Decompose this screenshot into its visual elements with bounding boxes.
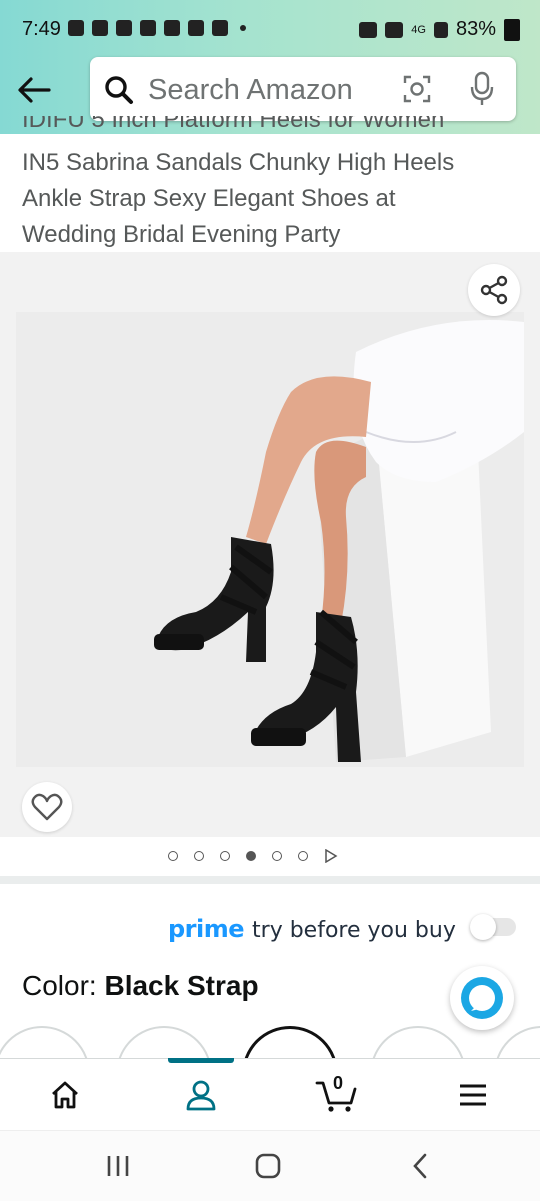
system-status: 4G 83% [359,18,520,41]
product-title-line: IN5 Sabrina Sandals Chunky High Heels [22,149,455,176]
product-image-gallery[interactable] [0,252,540,837]
home-icon [52,1081,78,1109]
status-bar: 7:49 4G 83% [0,0,540,58]
carousel-indicator [168,849,338,863]
share-button[interactable] [468,264,520,316]
message-icon [68,20,84,36]
share-icon [480,275,508,305]
status-time: 7:49 [22,18,61,40]
color-swatch[interactable] [370,1026,466,1058]
app-icon [116,20,132,36]
home-square-icon [255,1153,281,1179]
back-button[interactable] [14,70,54,110]
microphone-icon[interactable] [470,71,494,107]
chevron-left-icon [413,1153,427,1179]
alexa-icon [461,977,503,1019]
carousel-dot-active[interactable] [246,851,256,861]
menu-icon [460,1084,486,1106]
recent-apps-button[interactable] [88,1149,148,1183]
video-play-icon[interactable] [324,849,338,863]
search-input[interactable] [146,71,400,109]
shoe-photo-illustration [16,312,524,767]
system-navigation-bar [0,1130,540,1201]
heart-icon [31,793,63,821]
prime-try-before-you-buy: prime try before you buy [168,915,456,943]
carousel-dot[interactable] [194,851,204,861]
news-icon [188,20,204,36]
signal-icon [433,21,448,38]
color-swatch[interactable] [116,1026,212,1058]
product-title: IN5 Sabrina Sandals Chunky High Heels An… [22,145,522,253]
account-icon [186,1080,216,1111]
color-selection: Color: Black Strap [22,970,259,1002]
section-divider [0,876,540,884]
color-label: Color: [22,970,97,1001]
news-icon [212,20,228,36]
battery-icon [504,18,520,41]
bottom-navigation: 0 [0,1058,540,1131]
search-icon [105,76,133,104]
prime-logo: prime [168,915,245,943]
nav-account[interactable] [156,1058,246,1131]
product-title-partial: IDIFU 5 Inch Platform Heels for Women [22,116,445,133]
product-title-line: Ankle Strap Sexy Elegant Shoes at [22,185,396,212]
prime-tbyb-toggle[interactable] [470,914,516,940]
camera-lens-icon[interactable] [402,74,432,104]
color-swatch[interactable] [0,1026,90,1058]
carousel-dot[interactable] [272,851,282,861]
cart-count: 0 [332,1073,343,1093]
color-value: Black Strap [104,970,259,1001]
more-notifications-icon [240,25,246,31]
app-icon [164,20,180,36]
wifi-icon [385,21,404,38]
nav-cart[interactable]: 0 [292,1059,382,1131]
wishlist-button[interactable] [22,782,72,832]
color-swatch-list [0,1024,540,1058]
network-type: 4G [411,23,426,36]
prime-tbyb-text: try before you buy [252,918,456,943]
carousel-dot[interactable] [220,851,230,861]
alarm-icon [359,21,378,38]
battery-percent: 83% [455,18,496,40]
check-icon [140,20,156,36]
product-image[interactable] [16,312,524,767]
recent-apps-icon [107,1156,129,1176]
nav-menu[interactable] [428,1059,518,1131]
arrow-left-icon [18,77,51,103]
system-back-button[interactable] [390,1149,450,1183]
nav-home[interactable] [20,1059,110,1131]
color-swatch[interactable] [494,1026,540,1058]
alexa-button[interactable] [450,966,514,1030]
app-header: 7:49 4G 83% [0,0,540,134]
timer-icon [92,20,108,36]
color-swatch-selected[interactable] [242,1026,338,1058]
carousel-dot[interactable] [168,851,178,861]
notification-icons [68,20,246,36]
search-bar[interactable] [90,57,516,121]
product-title-line: Wedding Bridal Evening Party [22,221,341,248]
home-system-button[interactable] [238,1149,298,1183]
carousel-dot[interactable] [298,851,308,861]
